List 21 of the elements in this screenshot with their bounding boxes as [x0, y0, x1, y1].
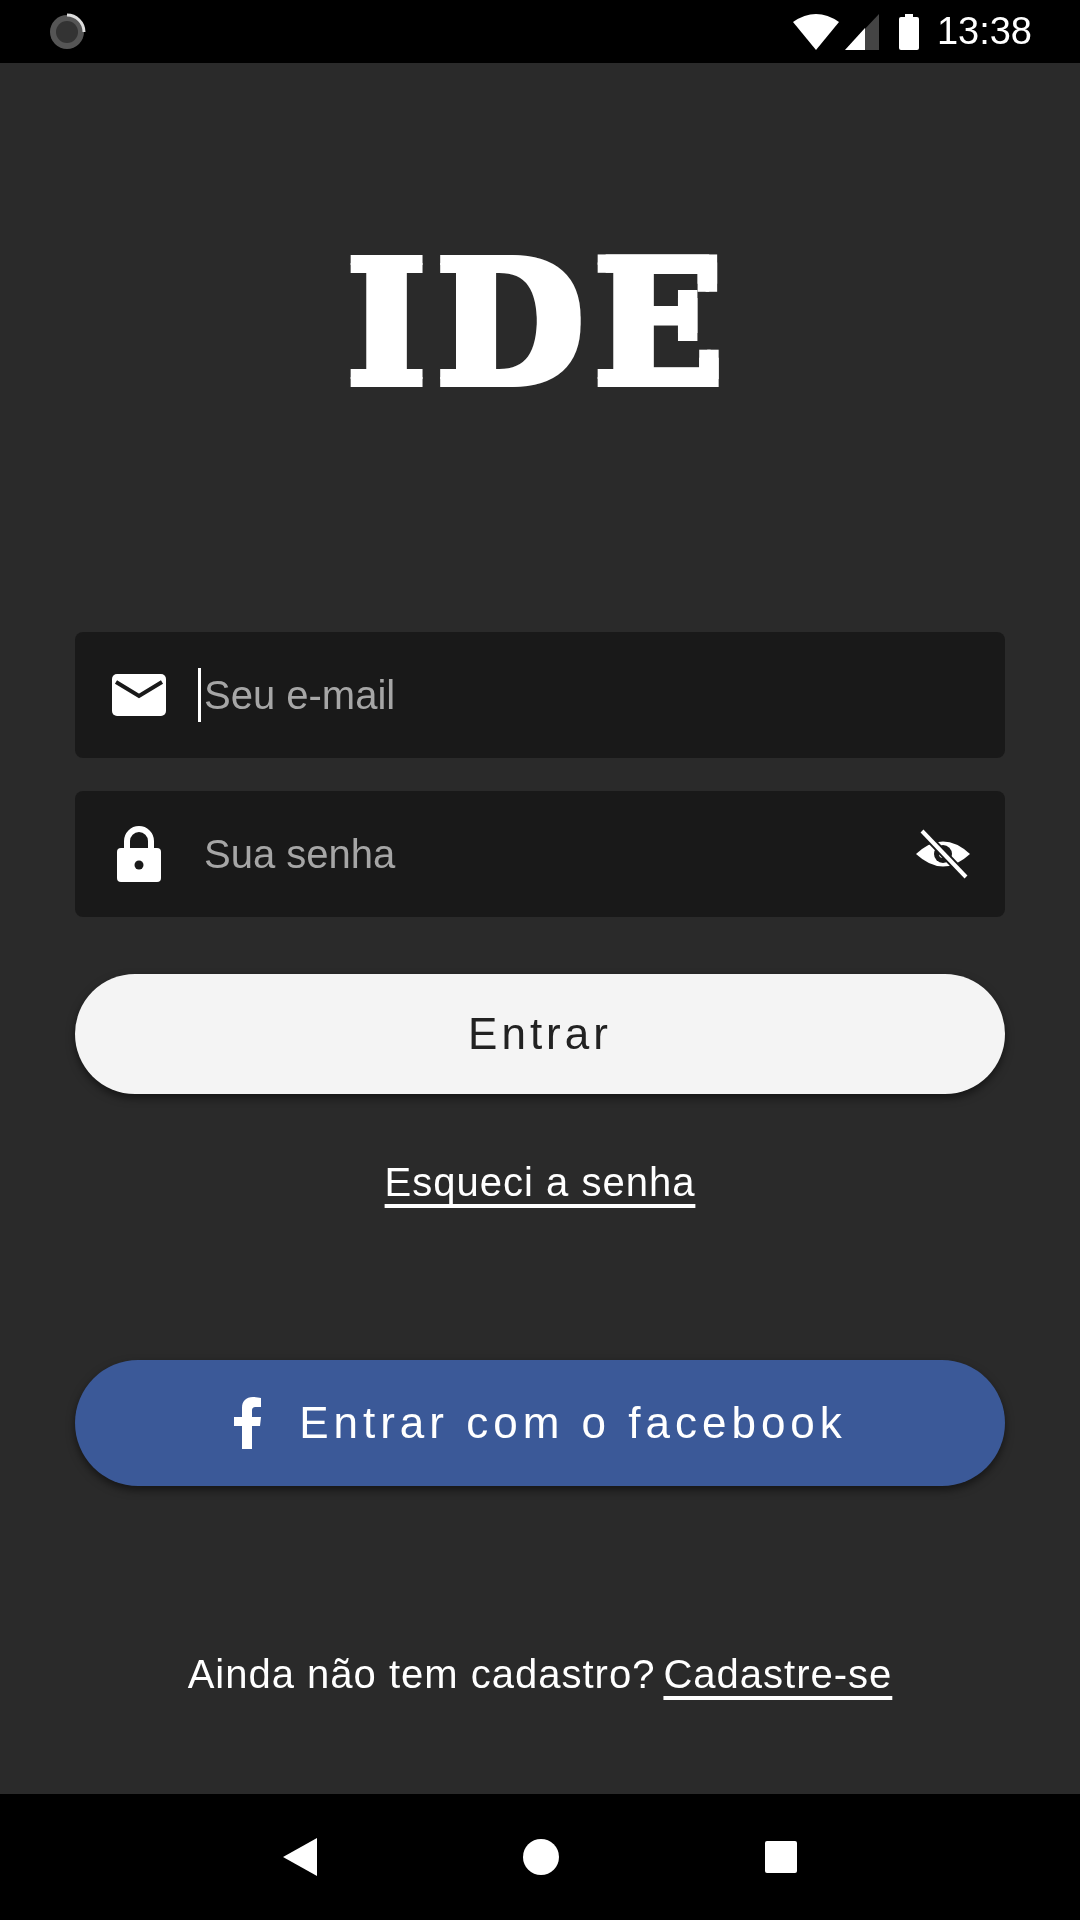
signal-icon — [844, 13, 879, 50]
clock-time: 13:38 — [936, 9, 1032, 54]
signup-prompt: Ainda não tem cadastro? — [187, 1651, 656, 1698]
home-icon[interactable] — [523, 1839, 559, 1875]
loading-icon — [48, 12, 86, 51]
email-input[interactable]: Seu e-mail — [204, 665, 972, 725]
app-logo: IDE — [346, 238, 734, 408]
signup-link[interactable]: Cadastre-se — [663, 1644, 893, 1704]
facebook-icon — [233, 1397, 264, 1449]
battery-icon — [898, 13, 919, 50]
eye-off-icon[interactable] — [914, 829, 972, 879]
facebook-login-button[interactable]: Entrar com o facebook — [75, 1360, 1005, 1486]
lock-icon — [117, 826, 161, 882]
back-icon[interactable] — [283, 1838, 317, 1876]
password-input[interactable]: Sua senha — [204, 824, 914, 884]
email-field[interactable]: Seu e-mail — [75, 632, 1005, 758]
login-button[interactable]: Entrar — [75, 974, 1005, 1094]
wifi-icon — [792, 13, 839, 50]
mail-icon — [112, 674, 166, 716]
forgot-password-link[interactable]: Esqueci a senha — [384, 1152, 696, 1212]
password-field[interactable]: Sua senha — [75, 791, 1005, 917]
